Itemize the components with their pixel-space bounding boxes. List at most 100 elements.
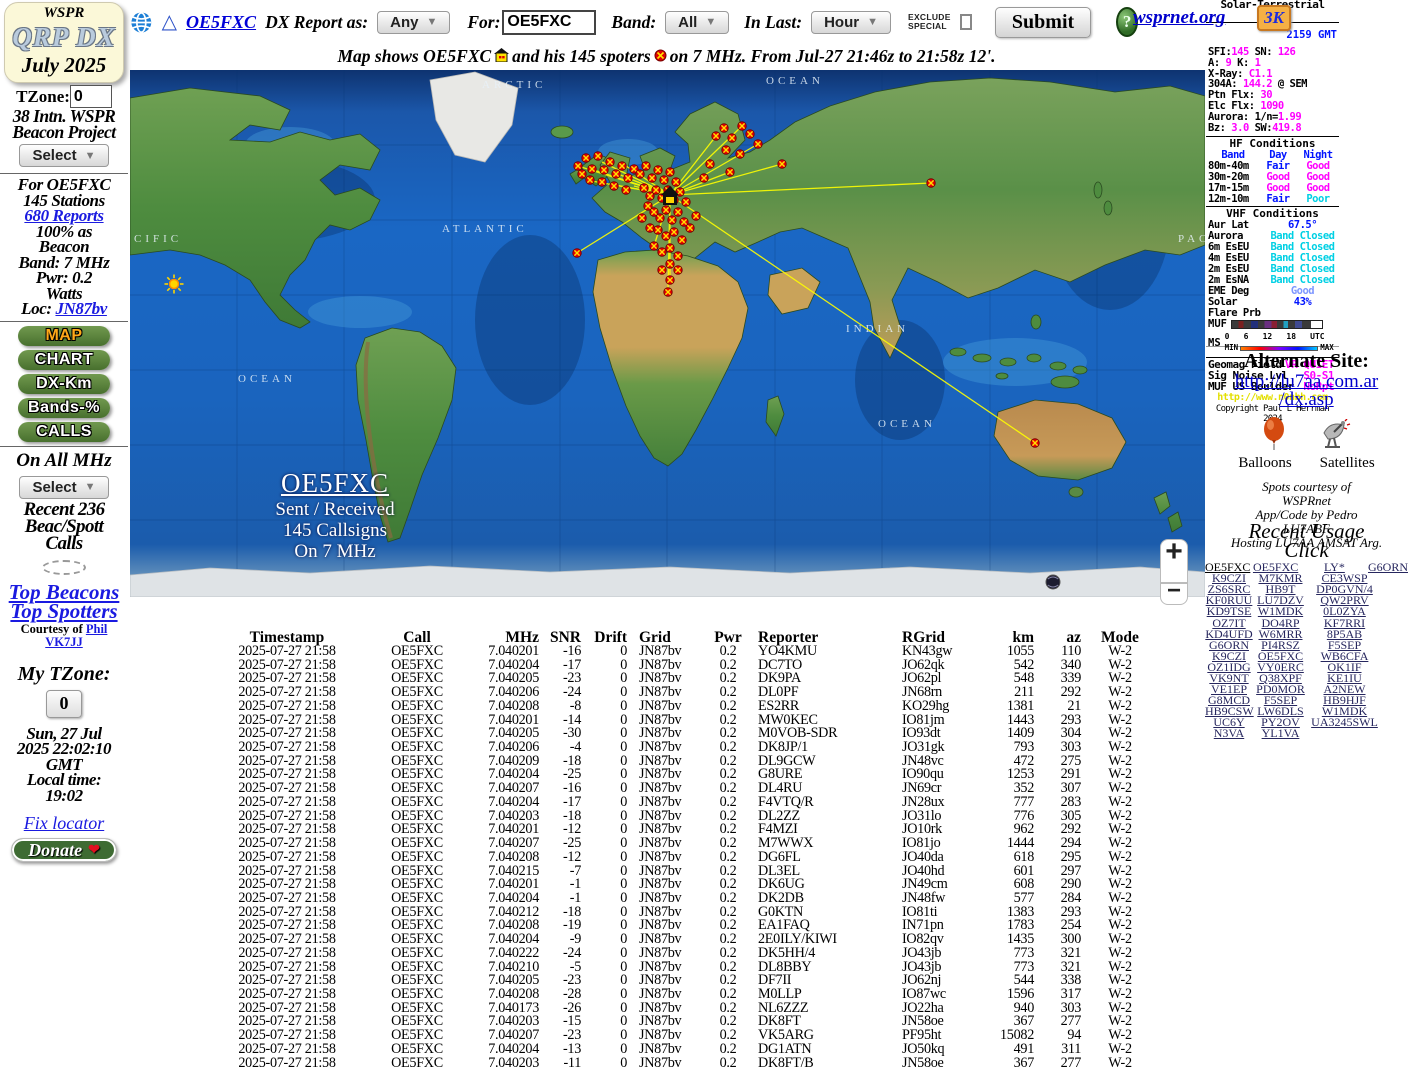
satellites-label[interactable]: Satellites: [1320, 455, 1375, 472]
locator-link[interactable]: JN87bv: [55, 299, 107, 318]
view-button-bands-%[interactable]: Bands-%: [18, 397, 110, 418]
view-button-map[interactable]: MAP: [18, 325, 110, 346]
spotter-marker[interactable]: [745, 129, 755, 139]
spotter-marker[interactable]: [677, 235, 687, 245]
spotter-marker[interactable]: [685, 223, 695, 233]
spotter-marker[interactable]: [617, 161, 627, 171]
spotter-marker[interactable]: [653, 225, 663, 235]
spotter-marker[interactable]: [735, 149, 745, 159]
table-row: 2025-07-27 21:58 OE5FXC 7.040204 -17 0 JN87bv…: [238, 656, 1132, 673]
spotter-marker[interactable]: [585, 175, 595, 185]
spotter-marker[interactable]: [611, 169, 621, 179]
spotter-marker[interactable]: [635, 169, 645, 179]
spotter-marker[interactable]: [647, 173, 657, 183]
period-select[interactable]: Hour ▼: [811, 10, 891, 34]
spotter-marker[interactable]: [691, 211, 701, 221]
world-map[interactable]: ARCTIC OCEAN ATLANTIC OCEAN INDIAN OCEAN CIFIC…: [130, 70, 1205, 605]
spotter-marker[interactable]: [645, 223, 655, 233]
spotter-marker[interactable]: [657, 247, 667, 257]
tzone-input[interactable]: [69, 85, 112, 108]
spotter-marker[interactable]: [661, 205, 671, 215]
callsign-link[interactable]: OE5FXC: [186, 12, 256, 33]
spotter-marker[interactable]: [673, 251, 683, 261]
satellite-icon[interactable]: [1320, 419, 1352, 451]
3k-button[interactable]: 3K: [1257, 5, 1291, 31]
table-row: 2025-07-27 21:58 OE5FXC 7.040201 -16 0 JN87bv…: [238, 643, 1132, 659]
mhz-select-button[interactable]: Select ▼: [19, 475, 109, 499]
spotter-marker[interactable]: [609, 181, 619, 191]
spotter-marker[interactable]: [671, 177, 681, 187]
spotter-marker[interactable]: [665, 167, 675, 177]
spotter-marker[interactable]: [725, 167, 735, 177]
spotter-marker[interactable]: [673, 207, 683, 217]
spotter-marker[interactable]: [719, 123, 729, 133]
spotter-marker[interactable]: [599, 165, 609, 175]
spotter-marker[interactable]: [637, 213, 647, 223]
spotter-marker[interactable]: [657, 265, 667, 275]
top-spotters-link[interactable]: Top Spotters: [0, 601, 128, 622]
spotter-marker[interactable]: [597, 177, 607, 187]
view-button-chart[interactable]: CHART: [18, 349, 110, 370]
spotter-marker[interactable]: [665, 275, 675, 285]
phil-link[interactable]: Phil: [86, 622, 108, 636]
spotter-marker[interactable]: [581, 153, 591, 163]
band-select[interactable]: All ▼: [665, 10, 730, 34]
spotter-marker[interactable]: [737, 121, 747, 131]
submit-button[interactable]: Submit: [994, 6, 1092, 38]
spotter-marker[interactable]: [727, 133, 737, 143]
map-zoom-out-button[interactable]: −: [1160, 579, 1188, 605]
view-button-calls[interactable]: CALLS: [18, 421, 110, 442]
spotter-marker[interactable]: [639, 183, 649, 193]
spotter-marker[interactable]: [665, 243, 675, 253]
spotter-marker[interactable]: [587, 164, 597, 174]
spotter-marker[interactable]: [577, 169, 587, 179]
spotter-marker[interactable]: [926, 178, 936, 188]
spotter-marker[interactable]: [593, 151, 603, 161]
spotter-marker[interactable]: [661, 231, 671, 241]
lu7aa-link-2[interactable]: /dx.asp: [1205, 390, 1408, 409]
view-button-dx-km[interactable]: DX-Km: [18, 373, 110, 394]
spotter-marker[interactable]: [573, 161, 583, 171]
spotter-marker[interactable]: [641, 161, 651, 171]
donate-button[interactable]: Donate ❤: [11, 838, 117, 862]
spotter-marker[interactable]: [621, 185, 631, 195]
spotter-marker[interactable]: [663, 287, 673, 297]
spotter-marker[interactable]: [673, 265, 683, 275]
spotter-marker[interactable]: [681, 197, 691, 207]
vk7jj-link[interactable]: VK7JJ: [45, 635, 83, 649]
spotter-marker[interactable]: [699, 173, 709, 183]
spotter-marker[interactable]: [665, 259, 675, 269]
spotter-marker[interactable]: [705, 159, 715, 169]
spotter-marker[interactable]: [649, 241, 659, 251]
fix-locator-link[interactable]: Fix locator: [24, 813, 104, 834]
spotter-marker[interactable]: [605, 157, 615, 167]
map-attribution-icon[interactable]: [1045, 574, 1061, 590]
spotter-marker[interactable]: [572, 248, 582, 258]
spotter-marker[interactable]: [653, 165, 663, 175]
my-tzone-value[interactable]: 0: [46, 689, 82, 718]
table-row: 2025-07-27 21:58 OE5FXC 7.040201 -14 0 JN87bv…: [238, 711, 1132, 728]
callsign-input[interactable]: [502, 9, 597, 35]
spotter-marker[interactable]: [651, 185, 661, 195]
report-type-select[interactable]: Any ▼: [377, 10, 451, 34]
spotter-marker[interactable]: [711, 131, 721, 141]
spotter-marker[interactable]: [655, 213, 665, 223]
wsprnet-link[interactable]: wsprnet.org: [1133, 7, 1225, 29]
spotter-marker[interactable]: [777, 159, 787, 169]
balloons-label[interactable]: Balloons: [1238, 455, 1291, 472]
spotter-marker[interactable]: [659, 175, 669, 185]
spotter-marker[interactable]: [669, 227, 679, 237]
station-stats-mid: 100% as Beacon Band: 7 MHz Pwr: 0.2 Watts: [18, 221, 110, 303]
usage-callsign-link[interactable]: YL1VA: [1253, 726, 1308, 741]
spotter-marker[interactable]: [623, 173, 633, 183]
exclude-special-checkbox[interactable]: [959, 14, 972, 30]
spotter-marker[interactable]: [1030, 438, 1040, 448]
band-select-button[interactable]: Select ▼: [19, 144, 109, 167]
spotter-marker[interactable]: [667, 215, 677, 225]
spotter-marker[interactable]: [753, 139, 763, 149]
usage-callsign-link[interactable]: N3VA: [1205, 726, 1253, 741]
usage-callsign-link[interactable]: UA3245SWL: [1308, 715, 1381, 730]
balloon-icon[interactable]: [1262, 417, 1286, 451]
spotter-marker[interactable]: [721, 145, 731, 155]
muf-bar: [1230, 320, 1323, 330]
